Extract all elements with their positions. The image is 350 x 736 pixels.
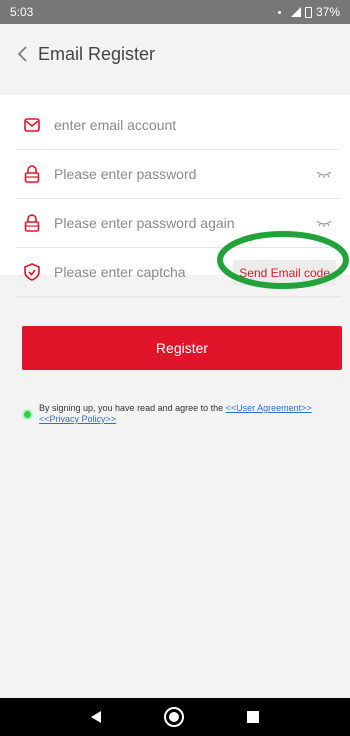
status-icons: 37% — [277, 5, 340, 19]
eye-closed-icon[interactable] — [316, 169, 332, 179]
email-field[interactable]: enter email account — [54, 117, 340, 133]
register-button[interactable]: Register — [22, 326, 342, 370]
battery-icon — [304, 6, 312, 18]
agreement-text: By signing up, you have read and agree t… — [39, 403, 342, 425]
status-bar: 5:03 37% — [0, 0, 350, 24]
agreement-prefix: By signing up, you have read and agree t… — [39, 403, 226, 413]
agree-radio[interactable] — [22, 409, 33, 420]
privacy-policy-link[interactable]: <<Privacy Policy>> — [39, 414, 116, 424]
page-title: Email Register — [38, 43, 156, 64]
nav-recents-icon[interactable] — [246, 711, 259, 723]
password-field-row[interactable]: Please enter password — [16, 150, 340, 199]
email-field-row[interactable]: enter email account — [16, 101, 340, 150]
back-chevron-icon[interactable] — [16, 42, 36, 66]
captcha-field-row[interactable]: Please enter captcha Send Email code — [16, 248, 340, 297]
send-email-code-button[interactable]: Send Email code — [233, 260, 336, 286]
signal-icon — [290, 7, 301, 17]
shield-check-icon — [22, 262, 42, 282]
nav-home-icon[interactable] — [163, 707, 184, 727]
user-agreement-link[interactable]: <<User Agreement>> — [226, 403, 312, 413]
eye-closed-icon[interactable] — [316, 218, 332, 228]
lock-icon — [22, 213, 42, 233]
password-again-field-row[interactable]: Please enter password again — [16, 199, 340, 248]
password-field[interactable]: Please enter password — [54, 166, 316, 182]
system-nav-bar — [0, 698, 350, 736]
lock-icon — [22, 164, 42, 184]
envelope-icon — [22, 115, 42, 135]
agreement-row: By signing up, you have read and agree t… — [22, 403, 342, 425]
nav-back-icon[interactable] — [91, 711, 102, 723]
battery-percent: 37% — [315, 5, 340, 19]
app-header: Email Register — [0, 24, 350, 84]
register-form: enter email account Please enter passwor… — [0, 95, 350, 297]
password-again-field[interactable]: Please enter password again — [54, 215, 316, 231]
status-time: 5:03 — [10, 5, 34, 19]
notification-dot-icon — [277, 10, 281, 14]
